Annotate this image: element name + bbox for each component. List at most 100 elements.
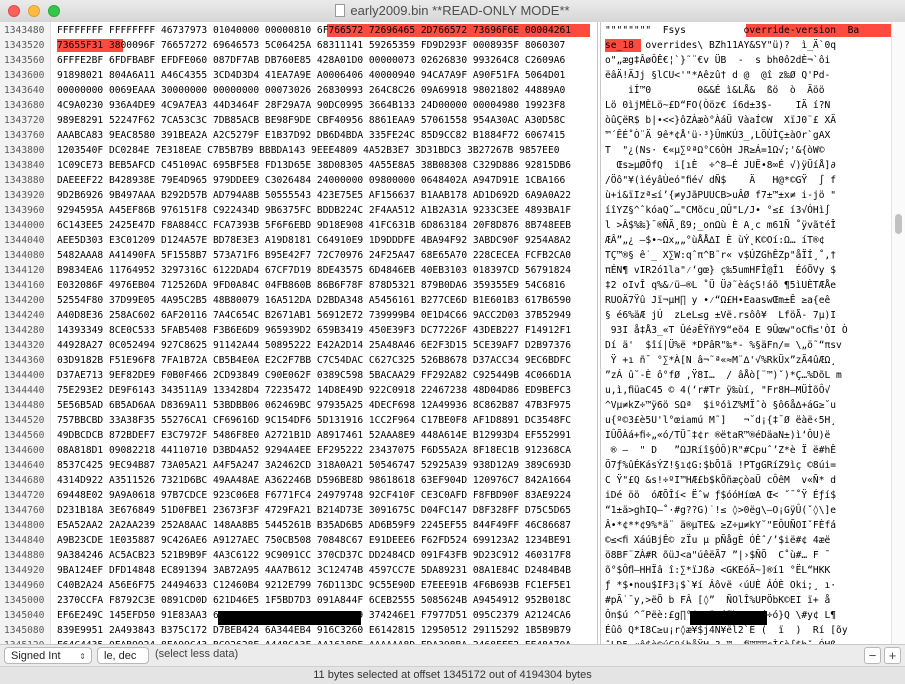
- row-ascii[interactable]: iÍ™0 0&&É ì&LÅ& ßö ò Ãöö: [605, 83, 891, 98]
- row-hex-bytes[interactable]: 49DBCDCB 872BDEF7 E3C7972F 5486F8E0 A272…: [57, 428, 592, 443]
- hex-row[interactable]: 1344200 52554F80 37D99E05 4A95C2B5 48B800…: [0, 293, 890, 308]
- row-hex-bytes[interactable]: 91898021 804A6A11 A46C4355 3CD4D3D4 41EA…: [57, 68, 592, 83]
- hex-row[interactable]: 1343480 FFFFFFFF FFFFFFFF 46737973 010400…: [0, 23, 890, 38]
- hex-row[interactable]: 1344960 C40B2A24 A56E6F75 24494633 C12460…: [0, 578, 890, 593]
- row-hex-bytes[interactable]: 1C09CE73 BEB5AFCD C45109AC 695BF5E8 FD13…: [57, 158, 592, 173]
- row-ascii[interactable]: l >Â$%‰}¯®ÑÃ¸ß9;_onΩù È A¸c m61Ñ ˚ÿvãtéÎ: [605, 218, 891, 233]
- row-hex-bytes[interactable]: FFFFFFFF FFFFFFFF 46737973 01040000 0000…: [57, 23, 592, 38]
- row-hex-bytes[interactable]: A9B23CDE 1E035887 9C426AE6 A9127AEC 750C…: [57, 533, 592, 548]
- row-ascii[interactable]: “1±ä>ghIQ–˚·#g??G)˙!≤ ◊>0ëg\–O¡GÿÛ(ˇ◊\]e: [605, 503, 891, 518]
- row-hex-bytes[interactable]: 4314D922 A3511526 7321D6BC 49AA48AE A362…: [57, 473, 592, 488]
- row-ascii[interactable]: u{º©3£è5U'l°œiamú M˜] ¬˘d¡{‡¯Ø ëàë‹5H¸: [605, 413, 891, 428]
- row-hex-bytes[interactable]: B9834EA6 11764952 3297316C 6122DAD4 67CF…: [57, 263, 592, 278]
- row-hex-bytes[interactable]: C40B2A24 A56E6F75 24494633 C12460B4 9212…: [57, 578, 592, 593]
- row-hex-bytes[interactable]: 5E56B5AD 6B5AD6AA D8369A11 53BDBB06 0624…: [57, 398, 592, 413]
- hex-row[interactable]: 1344280 14393349 8CE0C533 5FAB5408 F3B6E6…: [0, 323, 890, 338]
- row-ascii[interactable]: íîYZ§^ˆkóaQ˘…"CMõcu¸ΩÛ"L/J• °≤£ í3√ÓHì∫: [605, 203, 891, 218]
- endian-popup[interactable]: le, dec: [97, 647, 149, 664]
- row-ascii[interactable]: ëâÄ!ÄJj §lCU<'"*Aêzû† d @ @î z‰Ø Q'Pd-: [605, 68, 891, 83]
- row-hex-bytes[interactable]: E032086F 4976EB04 712526DA 9FD0A84C 04FB…: [57, 278, 592, 293]
- hex-row[interactable]: 1343880 DAEEEF22 B428938E 79E4D965 979DDE…: [0, 173, 890, 188]
- row-hex-bytes[interactable]: 2370CCFA F8792C3E 0891CD0D 621D46E5 1F5B…: [57, 593, 592, 608]
- row-ascii[interactable]: ù+i&ïIzª≤í’{≠yJãPUUCB>uÂØ f7±™±x≠ i-jö ": [605, 188, 891, 203]
- type-popup[interactable]: Signed Int ⇕: [4, 647, 92, 664]
- row-ascii[interactable]: Â•*¢**¢9%*ä¨ ä®µTE& ≥Z÷µ≠kY˘"EÔUÑOIˇFÈfá: [605, 518, 891, 533]
- hex-row[interactable]: 1344880 9A384246 AC5ACB23 521B9B9F 4A3C61…: [0, 548, 890, 563]
- hex-row[interactable]: 1343680 4C9A0230 936A4DE9 4C9A7EA3 44D346…: [0, 98, 890, 113]
- hex-row[interactable]: 1344320 44928A27 0C052494 927C8625 91142A…: [0, 338, 890, 353]
- row-ascii[interactable]: TÇ™®§ ê˙_ X∑W:qˆπ^B˜r« v$ÚZGhÊZp"åÏÍ¸˚,†: [605, 248, 891, 263]
- hex-row[interactable]: 1343520 73655F31 3800096F 76657272 696465…: [0, 38, 890, 53]
- plus-button[interactable]: +: [884, 647, 901, 664]
- hex-row[interactable]: 1344040 AEE5D303 E3C01209 D124A57E BD78E3…: [0, 233, 890, 248]
- row-hex-bytes[interactable]: 9D2B6926 9B497AAA B292D57B AD794A8B 5055…: [57, 188, 592, 203]
- vertical-scrollbar[interactable]: [891, 22, 905, 644]
- scrollbar-thumb[interactable]: [895, 214, 902, 234]
- row-ascii[interactable]: T "¿(Ns· €«µ∑ºªΩ°C6ÒH JR≥Á=1Ω√;'&{òW©: [605, 143, 891, 158]
- hex-row[interactable]: 1344560 49DBCDCB 872BDEF7 E3C7972F 5486F8…: [0, 428, 890, 443]
- hex-row[interactable]: 1343800 1203540F DC0284E 7E318EAE C7B5B7B…: [0, 143, 890, 158]
- row-ascii[interactable]: #pÃ˙¯y,>ëÕ b FÂ [◊” ÑOlÎ%UPÖbK©EI ï+ å: [605, 593, 891, 608]
- hex-row[interactable]: 1344760 D231B18A 3E676849 51D0FBE1 23673F…: [0, 503, 890, 518]
- hex-view[interactable]: 1343480 FFFFFFFF FFFFFFFF 46737973 010400…: [0, 22, 905, 644]
- hex-row[interactable]: 1343600 91898021 804A6A11 A46C4355 3CD4D3…: [0, 68, 890, 83]
- row-ascii[interactable]: o"„æg‡ÂøÔÊ€¦`}˜¨€v ÜB - s bh0ô2dÈ¬`ôi: [605, 53, 891, 68]
- row-ascii[interactable]: πÉN¶ vIR2ó1la"⁄‘gœ} ç‰5umHFÎ@Î1 ÉóÕVy $: [605, 263, 891, 278]
- row-hex-bytes[interactable]: 44928A27 0C052494 927C8625 91142A44 5089…: [57, 338, 592, 353]
- hex-row[interactable]: 1344720 69448E02 9A9A0618 97B7CDCE 923C06…: [0, 488, 890, 503]
- row-hex-bytes[interactable]: 75E293E2 DE9F6143 343511A9 133428D4 7223…: [57, 383, 592, 398]
- row-hex-bytes[interactable]: 9BA124EF DFD14848 EC891394 3AB72A95 4AA7…: [57, 563, 592, 578]
- row-ascii[interactable]: /Öô"¥(ìéyâÙeó"ﬁé√ dÑ$ Ä H@*©GŸ ∫ f: [605, 173, 891, 188]
- row-ascii[interactable]: IÛÕÀá+ﬁ÷„«ó/TÜ¯‡¢r ®ëtaR™®éDäaN±)ì‘ÔU)ë: [605, 428, 891, 443]
- row-ascii[interactable]: C Ÿ"£Q &s!÷ºI™HÆ£b$kÕñæçòaÜ cÔêM v«Ñ* d: [605, 473, 891, 488]
- row-hex-bytes[interactable]: 69448E02 9A9A0618 97B7CDCE 923C06E8 F677…: [57, 488, 592, 503]
- hex-row[interactable]: 1344480 5E56B5AD 6B5AD6AA D8369A11 53BDBB…: [0, 398, 890, 413]
- hex-row[interactable]: 1344000 6C143EE5 2425E47D F8A884CC FCA739…: [0, 218, 890, 233]
- hex-row[interactable]: 1344160 E032086F 4976EB04 712526DA 9FD0A8…: [0, 278, 890, 293]
- row-hex-bytes[interactable]: D37AE713 9EF82DE9 F0B0F466 2CD93849 C90E…: [57, 368, 592, 383]
- hex-row[interactable]: 1343920 9D2B6926 9B497AAA B292D57B AD794A…: [0, 188, 890, 203]
- row-ascii[interactable]: ÆÂ”„¿ —$•~Ωx„„°ùÅÅ∆I È ùÝ˛K©Oí:Ω… íT®¢: [605, 233, 891, 248]
- hex-row[interactable]: 1344640 8537C425 9EC94B87 73A05A21 A4F5A2…: [0, 458, 890, 473]
- hex-row[interactable]: 1344520 757BBCBD 33A38F35 55276CA1 CF6961…: [0, 413, 890, 428]
- row-hex-bytes[interactable]: 839E9951 2A493843 B375C172 D7BEB424 6A34…: [57, 623, 592, 638]
- hex-row[interactable]: 1345000 2370CCFA F8792C3E 0891CD0D 621D46…: [0, 593, 890, 608]
- hex-row[interactable]: 1344680 4314D922 A3511526 7321D6BC 49AA48…: [0, 473, 890, 488]
- hex-row[interactable]: 1343720 989E8291 52247F62 7CA53C3C 7DB85A…: [0, 113, 890, 128]
- hex-row[interactable]: 1343560 6FFFE2BF 6FDFBABF EFDFE060 087DF7…: [0, 53, 890, 68]
- row-hex-bytes[interactable]: AEE5D303 E3C01209 D124A57E BD78E3E3 A19D…: [57, 233, 592, 248]
- row-ascii[interactable]: ö8BF¨ZÀ#R õüJ<a"úêëÃ7 ”|›$ÑÕ C˚ù#… F ¯: [605, 548, 891, 563]
- row-hex-bytes[interactable]: 14393349 8CE0C533 5FAB5408 F3B6E6D9 9659…: [57, 323, 592, 338]
- row-ascii[interactable]: Dí ä' $îí|Ü%ë *DPâR"‰*- %§äFn/= \„ö˜“πsv: [605, 338, 891, 353]
- hex-row[interactable]: 1343640 00000000 0069EAAA 30000000 000000…: [0, 83, 890, 98]
- row-ascii[interactable]: """""""" Fsys override-version Ba: [605, 23, 891, 38]
- hex-row[interactable]: 1344440 75E293E2 DE9F6143 343511A9 133428…: [0, 383, 890, 398]
- row-ascii[interactable]: ™´ÊÉ˚Ò¨Ä 9ê*¢Å'ü·³}ÛmKÚ3_‚LÖÙÌÇ±àOr`gAX: [605, 128, 891, 143]
- row-ascii[interactable]: ”zÁ û˘-È ô°fØ ,Ÿ8I… / âÅò[¨™)ˇ)*Ç…%DõL m: [605, 368, 891, 383]
- row-hex-bytes[interactable]: 00000000 0069EAAA 30000000 00000000 0007…: [57, 83, 592, 98]
- hex-row[interactable]: 1344800 E5A52AA2 2A2AA239 252A8AAC 148AA8…: [0, 518, 890, 533]
- hex-row[interactable]: 1343960 9294595A A45EF86B 976151F8 C92243…: [0, 203, 890, 218]
- row-ascii[interactable]: iDé öö óÆÕÎí< Ëˆw ƒ$óóHíœA Œ< ˝¯˚Ÿ Éƒí$: [605, 488, 891, 503]
- hex-row[interactable]: 1343760 AAABCA83 9EAC8580 391BEA2A A2C527…: [0, 128, 890, 143]
- row-hex-bytes[interactable]: D231B18A 3E676849 51D0FBE1 23673F3F 4729…: [57, 503, 592, 518]
- row-hex-bytes[interactable]: 1203540F DC0284E 7E318EAE C7B5B7B9 BBBDA…: [57, 143, 592, 158]
- row-ascii[interactable]: ‡2 oIvÎ q%&⁄ü–®L ˚Ü Ü∂˜èáçS!áõ ¶5ìUÈTÆÅe: [605, 278, 891, 293]
- row-ascii[interactable]: ƒ *$•nou$IF3¡$`¥í Áôvë ‹úUÈ ÁÓÈ Oki;¸ ı·: [605, 578, 891, 593]
- row-hex-bytes[interactable]: 9294595A A45EF86B 976151F8 C922434D 9B63…: [57, 203, 592, 218]
- row-hex-bytes[interactable]: 08A818D1 09082218 44110710 D3BD4A52 9294…: [57, 443, 592, 458]
- row-ascii[interactable]: Lö 0ìjMÈLö~£D“FO(Òöz€ í6d±3$- IÄ í?N: [605, 98, 891, 113]
- row-hex-bytes[interactable]: 03D9182B F51E96F8 7FA1B72A CB5B4E0A E2C2…: [57, 353, 592, 368]
- row-ascii[interactable]: Œs≥µØÕfQ i[ıÈ ÷^8–É JUË•8∞É √)ÿÜíÅ]∂: [605, 158, 891, 173]
- row-ascii[interactable]: Ÿ +ı ñ¯ °∑*À[N â¬˜ª«≈M¨∆'√%RkÜx”zÃ4ûÆΩ¸: [605, 353, 891, 368]
- hex-row[interactable]: 1343840 1C09CE73 BEB5AFCD C45109AC 695BF5…: [0, 158, 890, 173]
- row-hex-bytes[interactable]: 6FFFE2BF 6FDFBABF EFDFE060 087DF7AB DB76…: [57, 53, 592, 68]
- hex-row[interactable]: 1344360 03D9182B F51E96F8 7FA1B72A CB5B4E…: [0, 353, 890, 368]
- hex-row[interactable]: 1344840 A9B23CDE 1E035887 9C426AE6 A9127A…: [0, 533, 890, 548]
- row-ascii[interactable]: RUOÄ7Ÿû Jï¬µH∏ y •⁄“Ω£H•EaaswŒm±Ê ≥a{eê: [605, 293, 891, 308]
- row-hex-bytes[interactable]: 9A384246 AC5ACB23 521B9B9F 4A3C6122 9C90…: [57, 548, 592, 563]
- row-hex-bytes[interactable]: A40D8E36 258AC602 6AF20116 7A4C654C B267…: [57, 308, 592, 323]
- row-hex-bytes[interactable]: 4C9A0230 936A4DE9 4C9A7EA3 44D3464F 28F2…: [57, 98, 592, 113]
- minus-button[interactable]: −: [864, 647, 881, 664]
- row-hex-bytes[interactable]: 757BBCBD 33A38F35 55276CA1 CF69616D 9C15…: [57, 413, 592, 428]
